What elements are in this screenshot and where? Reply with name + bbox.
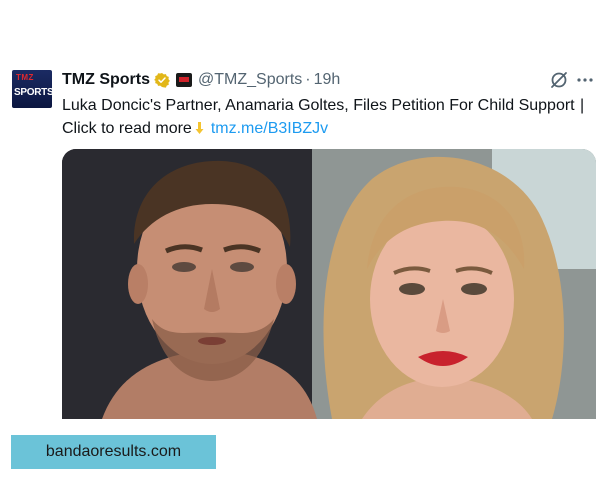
separator-dot: · [305, 71, 311, 88]
tweet-media-image[interactable] [62, 149, 596, 419]
affiliate-badge-icon[interactable] [176, 73, 192, 87]
display-name[interactable]: TMZ Sports [62, 71, 150, 89]
tweet-card[interactable]: TMZ SPORTS TMZ Sports @TMZ_Sports · 19h … [0, 0, 600, 480]
watermark: bandaoresults.com [11, 435, 216, 469]
verified-icon [154, 73, 170, 88]
media-photo [62, 149, 596, 419]
tweet-headline: Luka Doncic's Partner, Anamaria Goltes, … [62, 97, 575, 114]
avatar-line2: SPORTS [14, 87, 52, 98]
tweet-link[interactable]: tmz.me/B3IBZJv [211, 120, 328, 137]
more-icon[interactable] [575, 70, 595, 90]
grok-icon[interactable] [549, 70, 569, 90]
timestamp[interactable]: 19h [314, 71, 341, 89]
pointing-down-icon [194, 117, 208, 139]
tweet-text: Luka Doncic's Partner, Anamaria Goltes, … [62, 95, 592, 140]
text-separator-bar: | [580, 97, 585, 114]
avatar-line1: TMZ [16, 73, 34, 82]
tweet-header: TMZ Sports @TMZ_Sports · 19h [62, 70, 340, 90]
handle[interactable]: @TMZ_Sports [198, 71, 302, 89]
watermark-text: bandaoresults.com [45, 443, 182, 460]
read-more-text: Click to read more [62, 120, 192, 137]
avatar[interactable]: TMZ SPORTS [12, 70, 52, 108]
